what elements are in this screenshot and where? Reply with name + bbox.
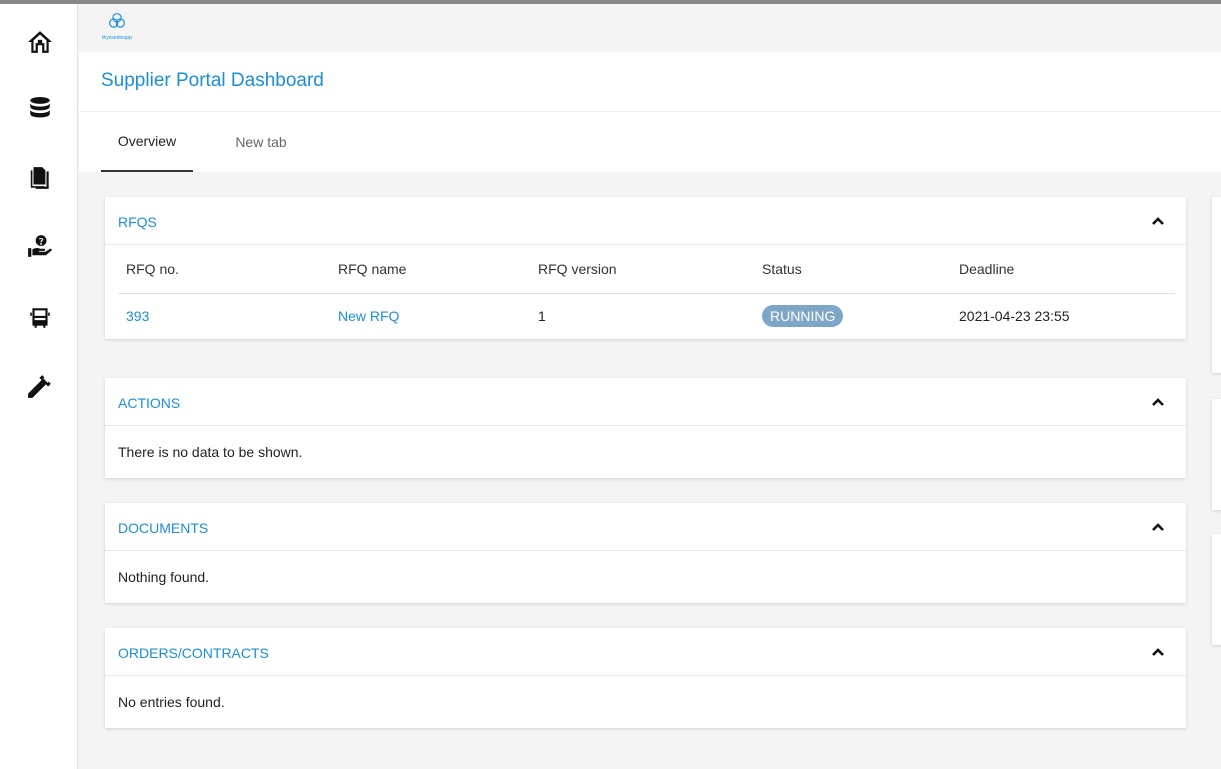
database-icon[interactable] — [24, 92, 56, 124]
documents-panel: DOCUMENTS Nothing found. — [105, 503, 1186, 603]
column-header-deadline: Deadline — [951, 245, 1175, 294]
orders-panel-header[interactable]: ORDERS/CONTRACTS — [105, 628, 1186, 676]
side-card — [1212, 399, 1221, 510]
sidebar — [0, 4, 78, 769]
empty-message: No entries found. — [118, 694, 225, 710]
truck-icon[interactable] — [24, 302, 56, 334]
logo-bar: thyssenkrupp — [79, 4, 1221, 52]
orders-panel-body: No entries found. — [105, 676, 1186, 728]
rfq-name-link[interactable]: New RFQ — [338, 308, 399, 324]
page-title: Supplier Portal Dashboard — [101, 70, 324, 91]
page-header: Supplier Portal Dashboard — [79, 52, 1221, 112]
tab-new-tab[interactable]: New tab — [221, 112, 301, 172]
actions-panel-title: ACTIONS — [118, 395, 181, 411]
chevron-up-icon[interactable] — [1148, 642, 1168, 662]
chevron-up-icon[interactable] — [1148, 211, 1168, 231]
company-logo: thyssenkrupp — [97, 12, 137, 42]
rfqs-panel-body: RFQ no. RFQ name RFQ version Status Dead… — [105, 245, 1186, 339]
documents-icon[interactable] — [24, 162, 56, 194]
column-header-rfq-name: RFQ name — [330, 245, 530, 294]
documents-panel-title: DOCUMENTS — [118, 520, 209, 536]
rfqs-panel-header[interactable]: RFQS — [105, 197, 1186, 245]
rfqs-panel: RFQS RFQ no. RFQ name RFQ version Status… — [105, 197, 1186, 339]
status-badge: RUNNING — [762, 305, 844, 328]
rfq-table: RFQ no. RFQ name RFQ version Status Dead… — [118, 245, 1175, 339]
empty-message: There is no data to be shown. — [118, 444, 303, 460]
home-icon[interactable] — [24, 26, 56, 58]
orders-panel-title: ORDERS/CONTRACTS — [118, 645, 269, 661]
orders-panel: ORDERS/CONTRACTS No entries found. — [105, 628, 1186, 728]
tab-overview[interactable]: Overview — [101, 112, 193, 172]
side-card — [1212, 197, 1221, 373]
column-header-rfq-version: RFQ version — [530, 245, 754, 294]
caliper-icon[interactable] — [24, 370, 56, 402]
side-card — [1212, 534, 1221, 645]
actions-panel-body: There is no data to be shown. — [105, 426, 1186, 478]
column-header-status: Status — [754, 245, 951, 294]
chevron-up-icon[interactable] — [1148, 392, 1168, 412]
tab-bar: Overview New tab — [79, 112, 1221, 172]
empty-message: Nothing found. — [118, 569, 210, 585]
table-row: 393 New RFQ 1 RUNNING 2021-04-23 23:55 — [118, 293, 1175, 339]
table-header-row: RFQ no. RFQ name RFQ version Status Dead… — [118, 245, 1175, 294]
documents-panel-body: Nothing found. — [105, 551, 1186, 603]
documents-panel-header[interactable]: DOCUMENTS — [105, 503, 1186, 551]
rfq-version: 1 — [538, 308, 546, 325]
logo-text: thyssenkrupp — [102, 35, 132, 41]
column-header-rfq-no: RFQ no. — [118, 245, 330, 294]
rfq-deadline: 2021-04-23 23:55 — [959, 308, 1070, 325]
help-hand-icon[interactable] — [24, 230, 56, 262]
actions-panel-header[interactable]: ACTIONS — [105, 378, 1186, 426]
logo-mark-icon — [109, 13, 125, 28]
main-area: thyssenkrupp Supplier Portal Dashboard O… — [79, 4, 1221, 769]
rfq-number-link[interactable]: 393 — [126, 308, 149, 324]
rfqs-panel-title: RFQS — [118, 214, 157, 230]
chevron-up-icon[interactable] — [1148, 517, 1168, 537]
actions-panel: ACTIONS There is no data to be shown. — [105, 378, 1186, 478]
